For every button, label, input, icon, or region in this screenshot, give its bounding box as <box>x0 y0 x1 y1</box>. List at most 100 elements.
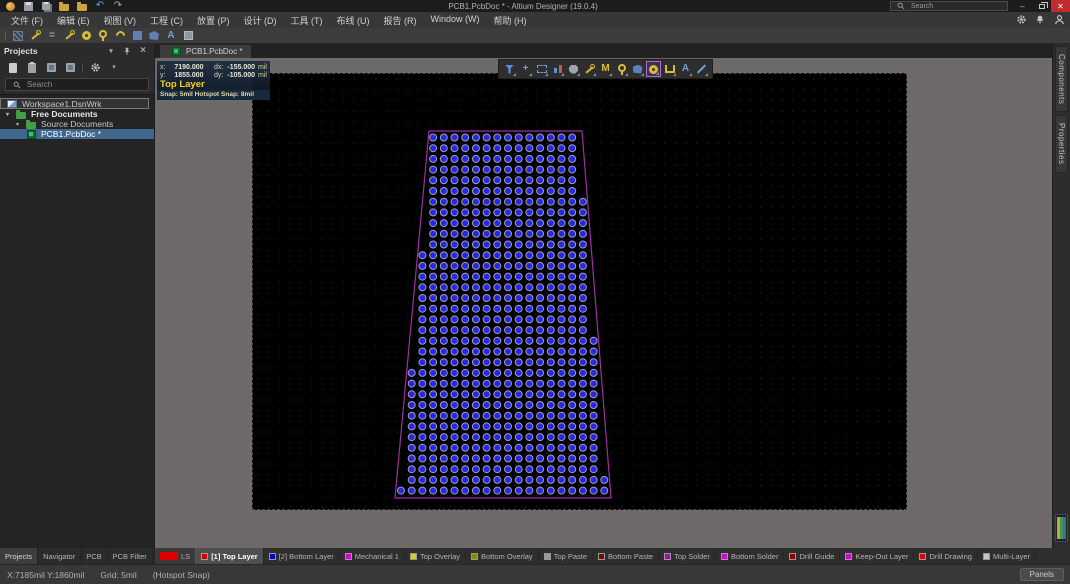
menu-item-3[interactable]: 视图 (V) <box>97 12 144 29</box>
pcb-canvas[interactable]: x: 7190.000 dx: -155.000 mil y: 1855.000… <box>155 58 1052 548</box>
notifications-bell-icon[interactable] <box>1033 13 1047 26</box>
close-icon[interactable]: × <box>136 45 150 58</box>
layer-tab-bottom-paste[interactable]: Bottom Paste <box>593 548 659 564</box>
panel-tab-components[interactable]: Components <box>1055 46 1068 112</box>
menu-item-2[interactable]: 编辑 (E) <box>50 12 97 29</box>
menu-item-10[interactable]: Window (W) <box>424 12 487 29</box>
global-search-box[interactable]: Search <box>890 1 1008 11</box>
arc-icon[interactable] <box>113 29 127 42</box>
dropdown-arrow-icon[interactable]: ▾ <box>104 45 118 58</box>
layer-tab-multi-layer[interactable]: Multi-Layer <box>978 548 1036 564</box>
document-icon[interactable] <box>6 61 20 74</box>
hud-y-value: 1855.000 <box>170 72 204 79</box>
active-bar-tool-via[interactable] <box>614 61 629 77</box>
active-bar-tool-interactive-route[interactable] <box>582 61 597 77</box>
bottom-tab-pcb[interactable]: PCB <box>81 548 107 564</box>
explorer2-icon[interactable] <box>63 61 77 74</box>
layer-tab-drill-drawing[interactable]: Drill Drawing <box>914 548 978 564</box>
settings-gear-icon[interactable] <box>1014 13 1028 26</box>
multi-route-icon[interactable] <box>62 29 76 42</box>
clipboard-icon[interactable] <box>25 61 39 74</box>
pad-icon[interactable] <box>79 29 93 42</box>
area-select-icon <box>535 63 549 76</box>
tree-node-4[interactable]: PCB1.PcbDoc * <box>0 129 154 139</box>
via-icon[interactable] <box>96 29 110 42</box>
active-bar: + M A <box>498 59 713 79</box>
close-button[interactable]: ✕ <box>1051 0 1070 12</box>
settings-gear-icon[interactable] <box>88 61 102 74</box>
layer-tab-bottom-overlay[interactable]: Bottom Overlay <box>466 548 539 564</box>
menu-item-5[interactable]: 放置 (P) <box>190 12 237 29</box>
polygon-pour-icon[interactable] <box>147 29 161 42</box>
main-area: Projects ▾× ▾ Search Workspace1.DsnWrk▾F… <box>0 44 1070 548</box>
menu-item-11[interactable]: 帮助 (H) <box>487 12 534 29</box>
layer-tab-top-paste[interactable]: Top Paste <box>539 548 593 564</box>
menu-item-8[interactable]: 布线 (U) <box>330 12 377 29</box>
layer-tab-keep-out-layer[interactable]: Keep-Out Layer <box>840 548 914 564</box>
layer-color-swatch <box>471 553 478 560</box>
layer-tab-drill-guide[interactable]: Drill Guide <box>784 548 840 564</box>
layer-color-swatch <box>410 553 417 560</box>
menu-item-1[interactable]: 文件 (F) <box>4 12 50 29</box>
hud-unit: mil <box>258 64 267 71</box>
bottom-tab-navigator[interactable]: Navigator <box>38 548 81 564</box>
projects-search-input[interactable]: Search <box>5 78 149 91</box>
differential-pair-icon[interactable]: = <box>45 29 59 42</box>
room-icon[interactable] <box>181 29 195 42</box>
string-text-icon[interactable]: A <box>164 29 178 42</box>
snap-mode: (Hotspot Snap) <box>153 570 210 580</box>
pcb-document-icon <box>169 45 183 58</box>
layer-tab-top-overlay[interactable]: Top Overlay <box>405 548 466 564</box>
document-tab-pcb1[interactable]: PCB1.PcbDoc * <box>160 45 251 58</box>
dropdown-arrow-icon[interactable]: ▾ <box>107 61 121 74</box>
tree-node-label: Source Documents <box>41 119 113 129</box>
layer-tab-bottom-solder[interactable]: Bottom Solder <box>716 548 785 564</box>
expander-icon[interactable]: ▾ <box>4 111 11 118</box>
explorer-icon[interactable] <box>44 61 58 74</box>
expander-icon[interactable]: ▾ <box>14 121 21 128</box>
layer-tab-top-solder[interactable]: Top Solder <box>659 548 716 564</box>
minimize-button[interactable]: – <box>1013 0 1032 12</box>
active-bar-tool-line[interactable] <box>694 61 709 77</box>
layer-set-button[interactable]: LS <box>155 548 196 564</box>
search-placeholder: Search <box>911 3 933 10</box>
active-bar-tool-string-text[interactable]: A <box>678 61 693 77</box>
toolbar-grip[interactable] <box>5 31 6 41</box>
layer-stack-icon[interactable] <box>1055 514 1068 542</box>
bottom-tab-projects[interactable]: Projects <box>0 548 38 564</box>
pcb-sheet[interactable] <box>252 73 907 510</box>
fill-icon[interactable] <box>130 29 144 42</box>
menu-item-6[interactable]: 设计 (D) <box>237 12 284 29</box>
layer-color-swatch <box>789 553 796 560</box>
active-bar-tool-filter[interactable] <box>502 61 517 77</box>
search-icon <box>894 0 908 13</box>
active-bar-tool-board-insight[interactable] <box>550 61 565 77</box>
menu-item-7[interactable]: 工具 (T) <box>284 12 330 29</box>
route-icon[interactable] <box>28 29 42 42</box>
active-bar-tool-region[interactable] <box>566 61 581 77</box>
active-bar-tool-polygon-pour[interactable] <box>630 61 645 77</box>
layer-tab-mechanical-1[interactable]: Mechanical 1 <box>340 548 405 564</box>
board-graphics <box>253 74 908 511</box>
region-icon <box>567 63 581 76</box>
search-icon <box>10 78 24 91</box>
placement-toolbar: =A <box>0 28 1070 44</box>
panel-tab-properties[interactable]: Properties <box>1055 115 1068 172</box>
menu-item-9[interactable]: 报告 (R) <box>377 12 424 29</box>
active-bar-tool-length-tuning[interactable]: M <box>598 61 613 77</box>
pin-icon[interactable] <box>120 45 134 58</box>
layer-color-swatch <box>983 553 990 560</box>
magnifier-icon <box>10 78 24 91</box>
active-bar-tool-pad[interactable] <box>646 61 661 77</box>
menu-item-4[interactable]: 工程 (C) <box>143 12 190 29</box>
layer-tab-1-top-layer[interactable]: [1] Top Layer <box>196 548 264 564</box>
panels-button[interactable]: Panels <box>1020 568 1064 581</box>
bottom-tab-pcb-filter[interactable]: PCB Filter <box>108 548 153 564</box>
active-bar-tool-dimension[interactable] <box>662 61 677 77</box>
restore-button[interactable] <box>1032 0 1051 12</box>
layer-tab-2-bottom-layer[interactable]: [2] Bottom Layer <box>264 548 340 564</box>
interactive-routing-icon[interactable] <box>11 29 25 42</box>
active-bar-tool-area-select[interactable] <box>534 61 549 77</box>
active-bar-tool-move[interactable]: + <box>518 61 533 77</box>
user-account-icon[interactable] <box>1052 13 1066 26</box>
